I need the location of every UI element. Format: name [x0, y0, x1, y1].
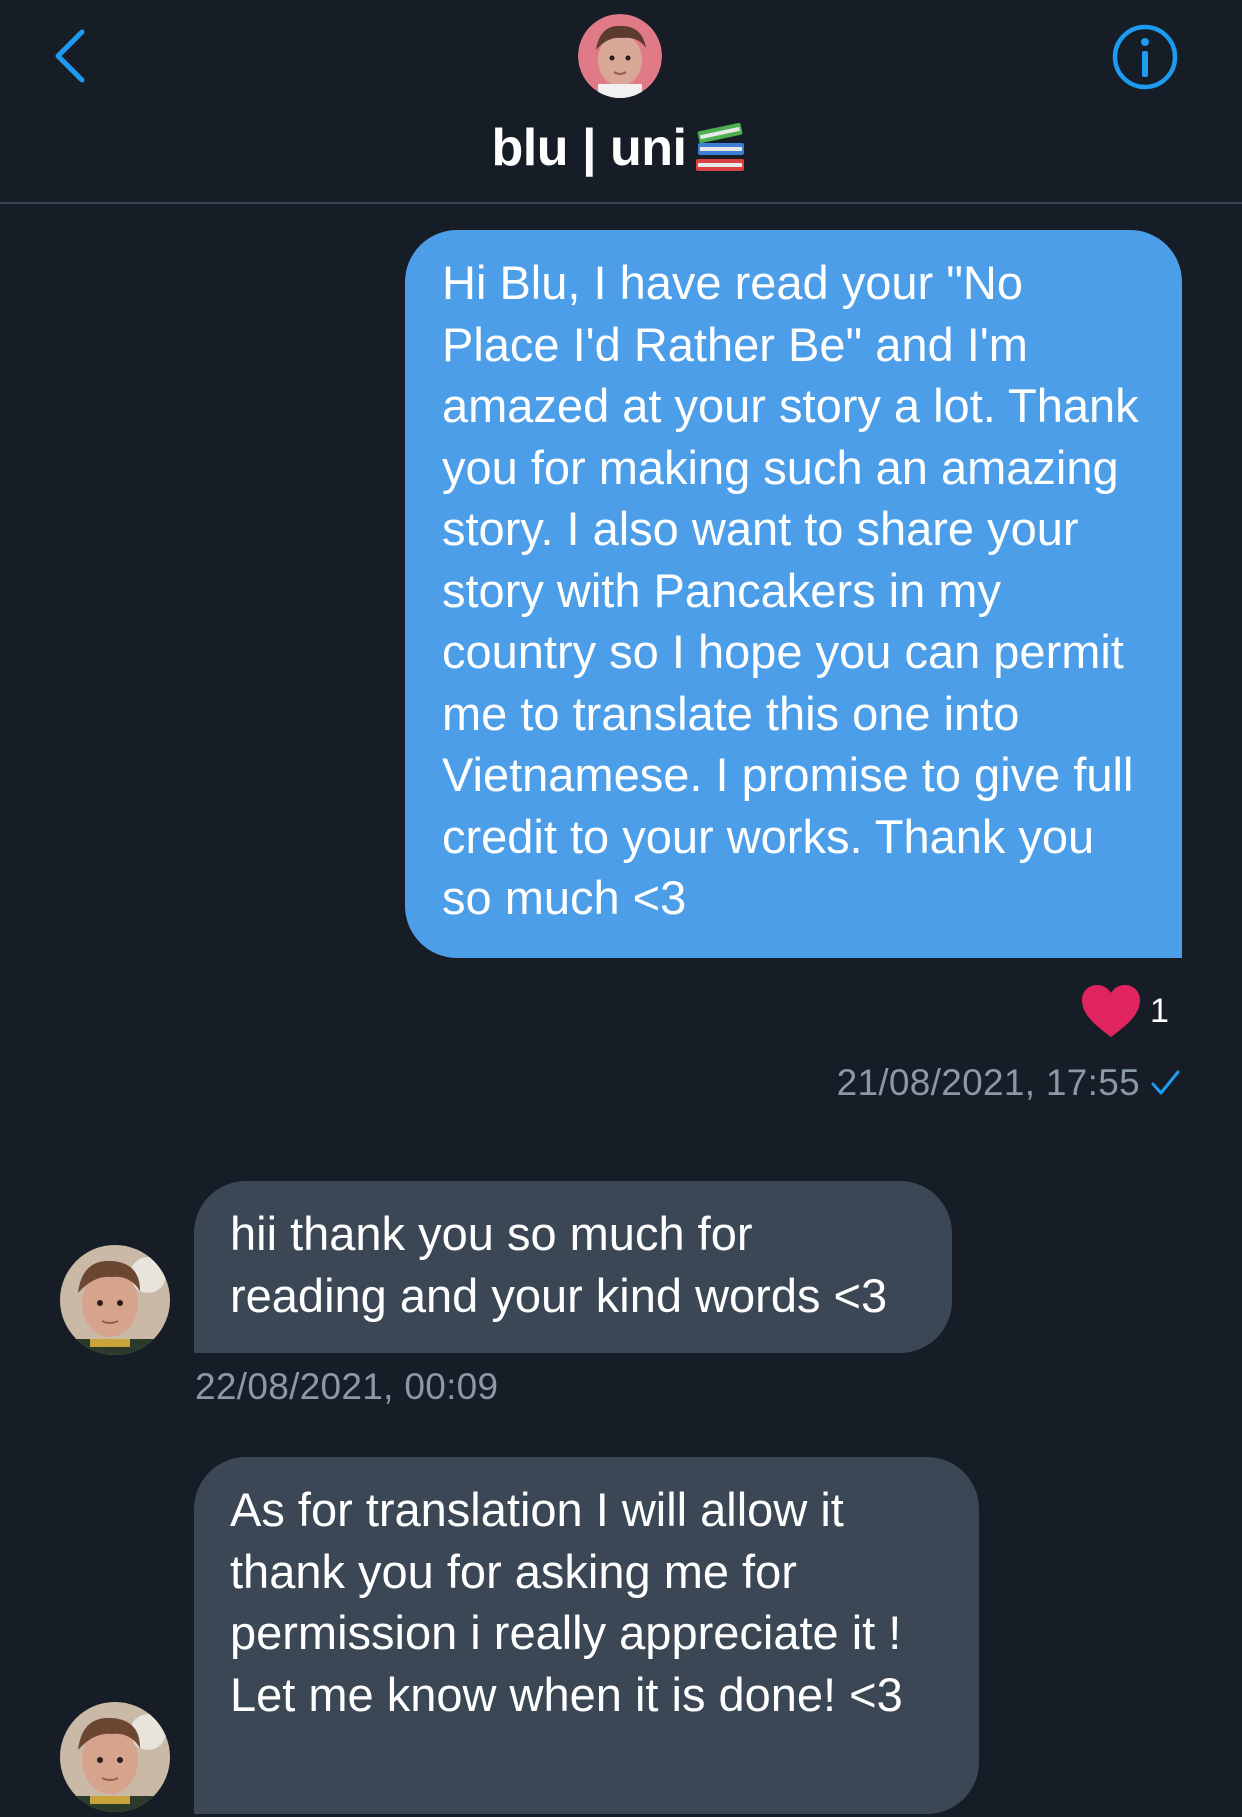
incoming-message-timestamp: 22/08/2021, 00:09: [195, 1366, 499, 1407]
heart-icon: [1082, 985, 1140, 1037]
back-button[interactable]: [44, 22, 104, 90]
info-icon: [1112, 24, 1178, 90]
incoming-message-bubble[interactable]: hii thank you so much for reading and yo…: [194, 1181, 952, 1353]
conversation-title-text: blu | uni: [491, 119, 687, 177]
conversation-title[interactable]: blu | uni: [0, 118, 1242, 178]
checkmark-icon: [1151, 1070, 1180, 1095]
incoming-message-bubble[interactable]: As for translation I will allow it thank…: [194, 1457, 979, 1814]
conversation-header: blu | uni: [0, 0, 1242, 204]
dm-conversation-screen: blu | uni Hi Blu, I have read your "No P…: [0, 0, 1242, 1817]
conversation-info-button[interactable]: [1110, 22, 1180, 92]
profile-photo: [60, 1245, 170, 1355]
header-avatar[interactable]: [578, 14, 662, 98]
timestamp-text: 21/08/2021, 17:55: [836, 1062, 1140, 1103]
outgoing-message-timestamp: 21/08/2021, 17:55: [837, 1062, 1182, 1104]
sender-avatar[interactable]: [60, 1245, 170, 1355]
sender-avatar[interactable]: [60, 1702, 170, 1812]
message-reaction[interactable]: 1: [1080, 980, 1169, 1042]
reaction-count: 1: [1150, 991, 1169, 1030]
profile-photo: [60, 1702, 170, 1812]
chevron-left-icon: [55, 29, 85, 83]
profile-photo: [578, 14, 662, 98]
outgoing-message-bubble[interactable]: Hi Blu, I have read your "No Place I'd R…: [405, 230, 1182, 958]
books-icon: [692, 119, 750, 177]
